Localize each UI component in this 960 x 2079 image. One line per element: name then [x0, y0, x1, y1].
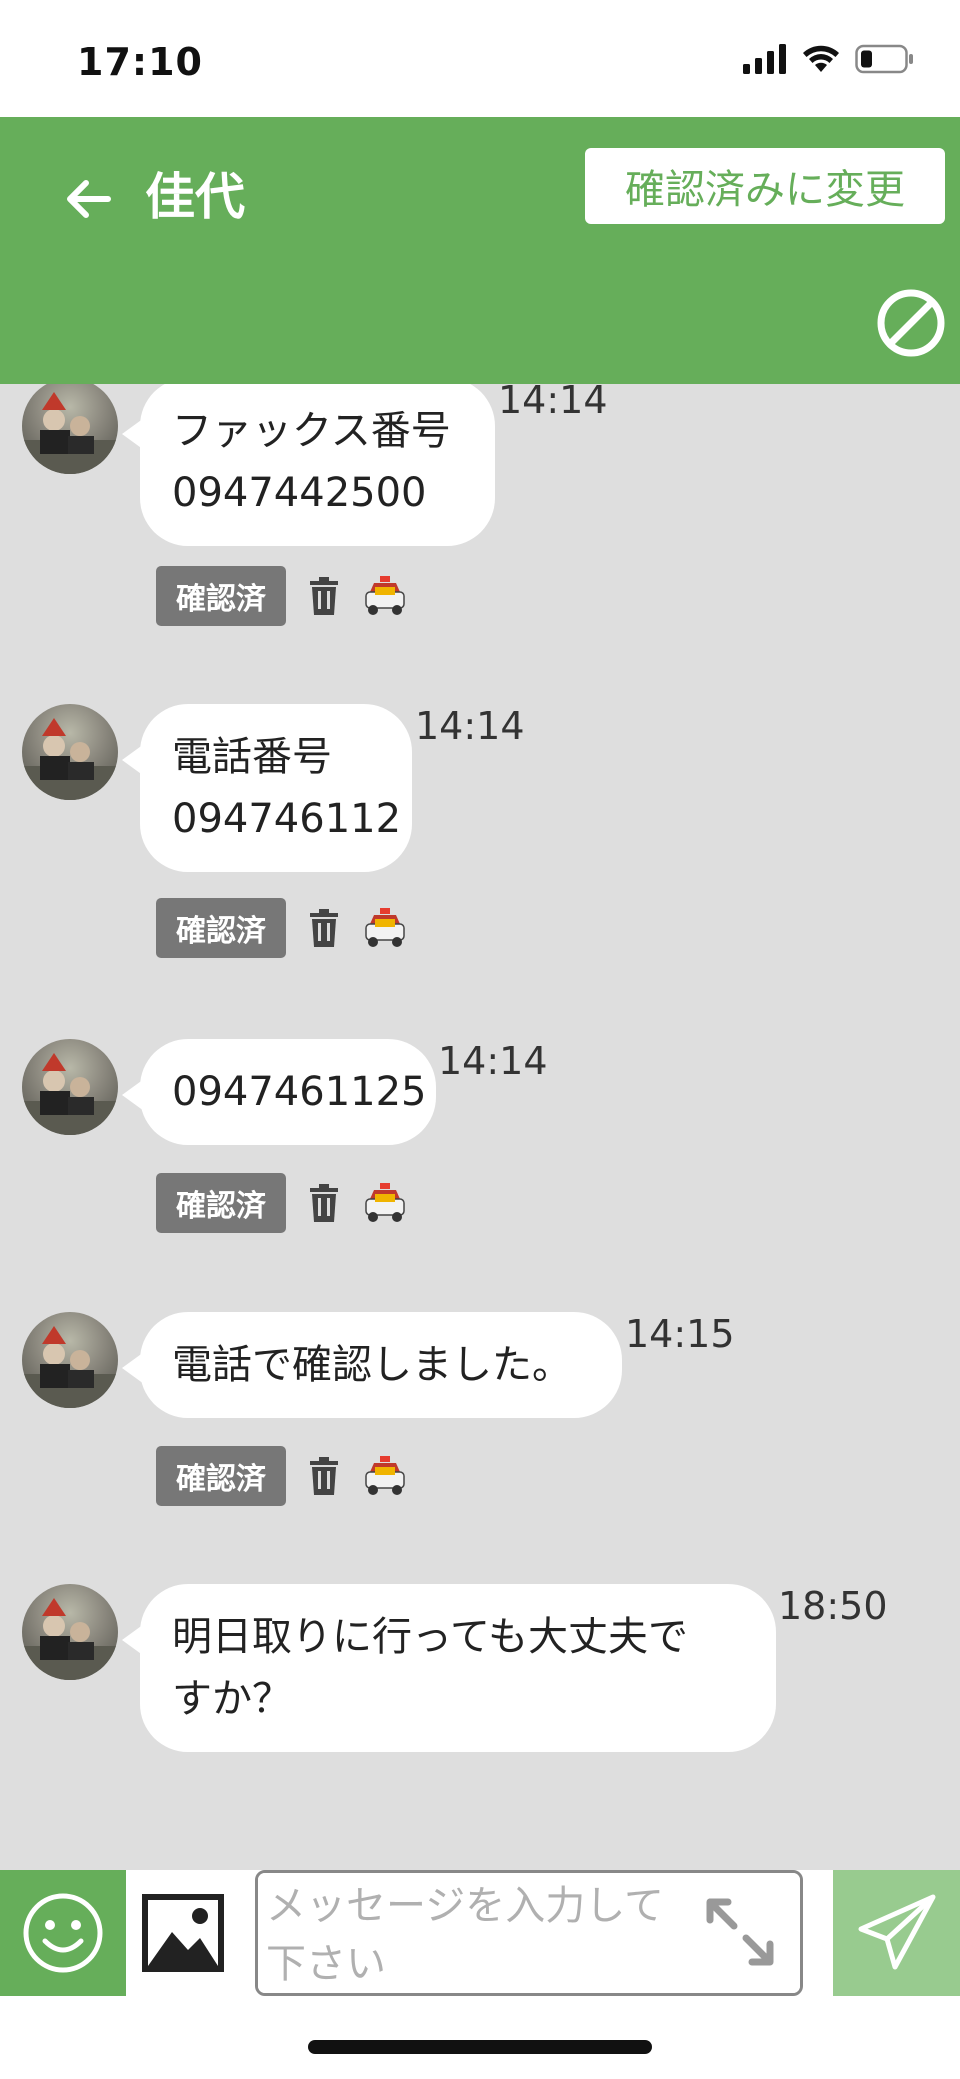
message-text: 電話で確認しました。 [172, 1342, 572, 1388]
back-arrow-icon[interactable] [56, 167, 120, 231]
confirmed-badge[interactable]: 確認済 [156, 1173, 286, 1233]
avatar[interactable] [22, 704, 118, 800]
message-time: 18:50 [778, 1584, 888, 1628]
confirmed-badge[interactable]: 確認済 [156, 898, 286, 958]
wifi-icon [803, 45, 839, 72]
message-time: 14:14 [438, 1039, 548, 1083]
message-bubble[interactable]: 明日取りに行っても大丈夫で すか？ [122, 1584, 776, 1752]
message-actions: 確認済 [156, 898, 408, 958]
mark-confirmed-button[interactable]: 確認済みに変更 [585, 148, 945, 224]
chat-header: 佳代 確認済みに変更 [0, 117, 960, 384]
message-time: 14:14 [498, 384, 608, 422]
home-indicator[interactable] [308, 2040, 652, 2054]
smiley-icon [23, 1893, 103, 1973]
image-icon[interactable] [140, 1892, 226, 1974]
message-bubble[interactable]: 0947461125 [122, 1039, 436, 1145]
message-actions: 確認済 [156, 566, 408, 626]
confirmed-badge[interactable]: 確認済 [156, 1446, 286, 1506]
battery-icon [855, 44, 913, 74]
avatar[interactable] [22, 1039, 118, 1135]
trash-icon[interactable] [308, 577, 340, 615]
message-bubble[interactable]: 電話で確認しました。 [122, 1312, 622, 1418]
trash-icon[interactable] [308, 1184, 340, 1222]
message-text: 0947442500 [172, 470, 427, 516]
paper-plane-icon [858, 1894, 935, 1970]
police-car-icon[interactable] [362, 576, 408, 616]
confirmed-badge[interactable]: 確認済 [156, 566, 286, 626]
block-icon[interactable] [875, 287, 947, 359]
message-actions: 確認済 [156, 1446, 408, 1506]
status-time: 17:10 [77, 40, 203, 84]
message-text: 094746112 [172, 796, 402, 842]
emoji-button[interactable] [0, 1870, 126, 1996]
signal-icon [743, 44, 786, 74]
status-icons [743, 44, 915, 74]
message-actions: 確認済 [156, 1173, 408, 1233]
message-text: ファックス番号 [172, 408, 451, 454]
message-text: 明日取りに行っても大丈夫で [172, 1614, 688, 1660]
police-car-icon[interactable] [362, 1456, 408, 1496]
message-bubble[interactable]: ファックス番号 0947442500 [122, 384, 495, 546]
chat-area[interactable]: ファックス番号 0947442500 14:14 確認済 電話番号 094746… [0, 384, 960, 1870]
avatar[interactable] [22, 384, 118, 474]
avatar[interactable] [22, 1312, 118, 1408]
trash-icon[interactable] [308, 909, 340, 947]
home-area [0, 1996, 960, 2079]
contact-name: 佳代 [145, 168, 245, 226]
police-car-icon[interactable] [362, 908, 408, 948]
expand-icon[interactable] [700, 1892, 780, 1972]
message-time: 14:14 [415, 704, 525, 748]
trash-icon[interactable] [308, 1457, 340, 1495]
message-bubble[interactable]: 電話番号 094746112 [122, 704, 412, 872]
avatar[interactable] [22, 1584, 118, 1680]
status-bar: 17:10 [0, 0, 960, 117]
message-text: すか？ [172, 1676, 292, 1722]
message-text: 0947461125 [172, 1069, 427, 1115]
message-composer [0, 1870, 960, 1996]
message-text: 電話番号 [172, 734, 332, 780]
send-button[interactable] [833, 1870, 960, 1996]
police-car-icon[interactable] [362, 1183, 408, 1223]
message-time: 14:15 [625, 1312, 735, 1356]
